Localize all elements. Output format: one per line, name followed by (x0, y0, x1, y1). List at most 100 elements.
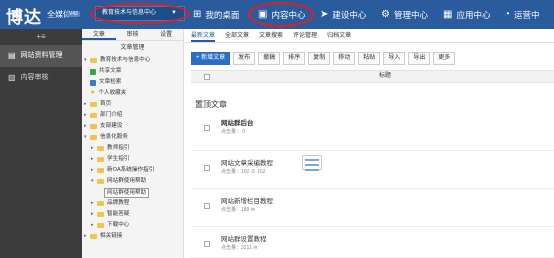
tree-node[interactable]: ▸ 品牌教程 (84, 198, 183, 209)
tree-node[interactable]: ▸ 支部建设 (84, 121, 183, 132)
send-icon: ➤ (320, 9, 329, 20)
tree-node[interactable]: ▸ 教师指引 (84, 143, 183, 154)
nav-operations-center[interactable]: ◔ 运营中 (504, 0, 540, 29)
table-row[interactable]: 网站新增栏目教程 点击量：189 ✉ (191, 191, 554, 227)
row-checkbox[interactable] (204, 125, 210, 131)
row-checkbox[interactable] (204, 241, 210, 247)
tree-node[interactable]: 文章检索 (84, 77, 183, 88)
tree-node-label: 支部建设 (100, 123, 123, 129)
nav-content-center[interactable]: ▣ 内容中心 (258, 0, 305, 29)
tree-node[interactable]: ▾ 网站群使用帮助 (84, 176, 183, 187)
folder-icon (97, 212, 104, 217)
nav-label: 运营中 (514, 9, 540, 20)
folder-icon (90, 58, 97, 63)
tree-node[interactable]: 网站群使用帮助 (84, 187, 183, 198)
nav-my-desktop[interactable]: ⊞ 我的桌面 (193, 0, 239, 29)
tree-node-label: 教师指引 (107, 145, 130, 151)
site-selector-label: 教育技术与信息中心 (102, 10, 157, 16)
folder-icon (90, 135, 97, 140)
main-content: 最新文章 全部文章 文章搜索 评论管理 归档文章 + 新增文章 发布 撤稿 排序 复制 移动 粘贴导… (185, 29, 554, 258)
folder-icon (97, 201, 104, 206)
content-tab[interactable]: 最新文章 (191, 29, 216, 42)
tree-node[interactable]: 共享文章 (84, 66, 183, 77)
tree-node[interactable]: ▸ 首页 (84, 99, 183, 110)
tree-node-label: 学生指引 (107, 156, 130, 162)
tree-tab-article[interactable]: 文章 (82, 29, 116, 40)
menu-icon[interactable]: +≡ (0, 29, 82, 45)
tree-node[interactable]: ▾ 教育技术与信息中心 (84, 55, 183, 66)
folder-icon (90, 102, 97, 107)
tree-node-label: 相关链接 (100, 233, 123, 239)
article-tree-panel: 文章 审核 设置 文章管理 ▾ 教育技术与信息中心共享文章文章检索 ★ 个人收藏夹 ▸ 首… (82, 29, 184, 258)
toolbar-button[interactable]: 更多 (433, 52, 456, 65)
nav-label: 内容中心 (271, 9, 306, 20)
table-row[interactable]: 网站文章采编教程 点击量：102 ⊘ 152 (191, 153, 554, 189)
tree-node[interactable]: ▸ 下载中心 (84, 220, 183, 231)
tree-node[interactable]: ▸ 部门介绍 (84, 110, 183, 121)
folder-icon (90, 124, 97, 129)
row-checkbox[interactable] (204, 165, 210, 171)
tree-node-label: 品牌教程 (107, 200, 130, 206)
nav-label: 应用中心 (456, 9, 491, 20)
folder-icon (90, 234, 97, 239)
grid-icon: ⊞ (193, 9, 202, 20)
tree-tab-settings[interactable]: 设置 (149, 29, 183, 40)
tree-node[interactable]: ▾ 信息化服务 (84, 132, 183, 143)
audit-icon: ▨ (8, 73, 16, 82)
nav-manage-center[interactable]: ⚙ 管理中心 (381, 0, 428, 29)
nav-label: 建设中心 (332, 9, 367, 20)
toolbar-button[interactable]: 排序 (283, 52, 306, 65)
tree-title: 文章管理 (120, 45, 145, 51)
toolbar-button[interactable]: 粘贴 (358, 52, 381, 65)
gear-icon: ⚙ (381, 9, 390, 20)
tree-node-label: 信息化服务 (100, 134, 128, 140)
operations-icon: ◔ (504, 9, 511, 20)
folder-icon (90, 113, 97, 118)
pinned-section-title: 置顶文章 (195, 100, 227, 109)
tree-node[interactable]: ▸ 相关链接 (84, 231, 183, 242)
tree-node-label: 下载中心 (107, 222, 130, 228)
content-tab[interactable]: 全部文章 (225, 29, 249, 42)
table-row[interactable]: 网站群后台 点击量： 0 (191, 113, 554, 151)
article-title[interactable]: 网站群设置教程 (221, 233, 267, 243)
sidebar-item-content-audit[interactable]: ▨ 内容审核 (0, 67, 82, 89)
tree-node-label: 共享文章 (99, 68, 122, 74)
sidebar-item-label: 内容审核 (20, 74, 49, 81)
tree-node[interactable]: ▸ 学生指引 (84, 154, 183, 165)
article-thumbnail (302, 155, 322, 171)
toolbar-button[interactable]: 导入 (383, 52, 406, 65)
article-title[interactable]: 网站新增栏目教程 (221, 195, 273, 205)
site-selector[interactable]: 教育技术与信息中心 ▼ (95, 6, 185, 21)
content-tab[interactable]: 文章搜索 (259, 29, 283, 42)
sidebar: +≡ ▤ 网站资料管理 ▨ 内容审核 (0, 29, 82, 258)
nav-app-center[interactable]: ▦ 应用中心 (443, 0, 490, 29)
content-tab[interactable]: 评论管理 (293, 29, 317, 42)
toolbar-button[interactable]: 移动 (333, 52, 356, 65)
article-title[interactable]: 网站群后台 (221, 117, 254, 127)
tree-node[interactable]: ★ 个人收藏夹 (84, 88, 183, 99)
nav-build-center[interactable]: ➤ 建设中心 (320, 0, 366, 29)
select-all-checkbox[interactable] (204, 74, 210, 80)
toolbar: + 新增文章 发布 撤稿 排序 复制 移动 粘贴 导入 导出 更多 (191, 52, 456, 65)
add-article-button[interactable]: + 新增文章 (191, 52, 231, 65)
search-icon (90, 79, 96, 86)
content-tab[interactable]: 归档文章 (327, 29, 351, 42)
tree-tab-audit[interactable]: 审核 (116, 29, 150, 40)
tree-list: ▾ 教育技术与信息中心共享文章文章检索 ★ 个人收藏夹 ▸ 首页 ▸ 部门介绍 ▸ 支部建设 ▾ 信息… (82, 55, 183, 242)
sidebar-item-label: 网站资料管理 (20, 52, 63, 59)
tree-node[interactable]: ▸ 新OA系统操作指引 (84, 165, 183, 176)
row-checkbox[interactable] (204, 203, 210, 209)
tree-node-label: 个人收藏夹 (98, 90, 127, 96)
toolbar-button[interactable]: 复制 (308, 52, 331, 65)
toolbar-button[interactable]: 导出 (408, 52, 431, 65)
document-icon: ▤ (8, 51, 16, 60)
table-row[interactable]: 网站群设置教程 点击量：3211 ✉ (191, 229, 554, 258)
toolbar-button[interactable]: 撤稿 (258, 52, 281, 65)
toolbar-button[interactable]: 发布 (233, 52, 256, 65)
article-title[interactable]: 网站文章采编教程 (221, 157, 273, 167)
column-title: 标题 (379, 73, 392, 79)
folder-icon (97, 146, 104, 151)
tree-node[interactable]: ▸ 智能答疑 (84, 209, 183, 220)
sidebar-item-site-data[interactable]: ▤ 网站资料管理 (0, 45, 82, 67)
folder-icon (97, 179, 104, 184)
